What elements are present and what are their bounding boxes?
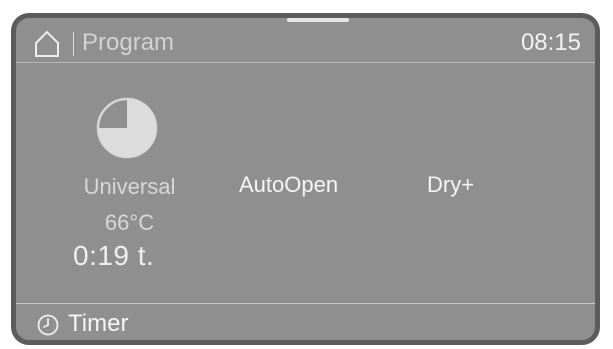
clock-time: 08:15 [520, 29, 581, 56]
program-name[interactable]: Universal [62, 174, 197, 200]
header-bar: Program 08:15 [16, 18, 595, 64]
header-separator [16, 62, 595, 63]
timer-button[interactable]: Timer [16, 304, 595, 340]
page-title: Program [82, 29, 175, 56]
option-autoopen[interactable]: AutoOpen [239, 172, 338, 198]
timer-label: Timer [68, 310, 129, 337]
home-icon[interactable] [34, 30, 60, 58]
header-divider [73, 32, 74, 56]
pie-progress-icon [96, 97, 158, 159]
program-duration: 0:19 t. [73, 240, 155, 271]
clock-icon [37, 314, 59, 336]
appliance-screen: Program 08:15 Universal 66°C 0:19 t. Aut… [11, 13, 600, 345]
option-dry-plus[interactable]: Dry+ [427, 172, 474, 198]
display-bezel: Program 08:15 Universal 66°C 0:19 t. Aut… [0, 0, 613, 349]
program-temperature: 66°C [104, 210, 155, 235]
